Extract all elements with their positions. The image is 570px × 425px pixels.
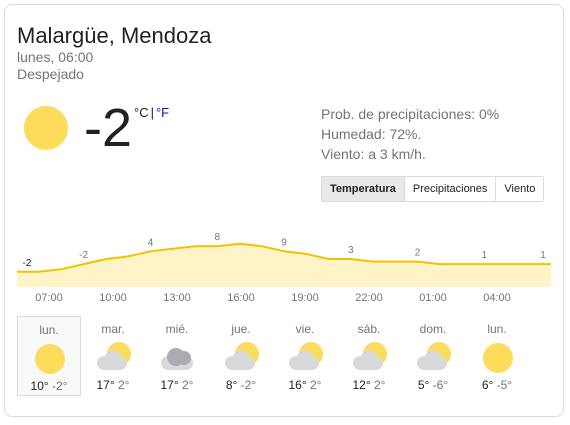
day-forecast-6[interactable]: dom. 5° -6° xyxy=(401,316,465,396)
low-temp: -2° xyxy=(240,378,257,392)
day-temperatures: 17° 2° xyxy=(145,378,209,392)
high-temp: 16° xyxy=(288,378,307,392)
high-temp: 17° xyxy=(160,378,179,392)
day-forecast-5[interactable]: sáb. 12° 2° xyxy=(337,316,401,396)
partly-cloudy-icon xyxy=(285,342,325,374)
day-temperatures: 6° -5° xyxy=(465,378,529,392)
tab-temperatura[interactable]: Temperatura xyxy=(322,177,405,201)
temperature-area xyxy=(17,243,551,287)
hour-label: 22:00 xyxy=(355,292,383,304)
temperature-label: 1 xyxy=(481,250,487,261)
tab-viento[interactable]: Viento xyxy=(496,177,544,201)
current-temperature: -2 xyxy=(84,98,133,158)
sun-icon xyxy=(24,106,68,150)
day-temperatures: 5° -6° xyxy=(401,378,465,392)
temperature-label: 4 xyxy=(148,237,154,248)
day-name: mar. xyxy=(101,322,125,336)
day-temperatures: 16° 2° xyxy=(273,378,337,392)
unit-separator: | xyxy=(150,105,154,120)
humidity: Humedad: 72%. xyxy=(321,126,422,142)
temperature-label: -2 xyxy=(23,258,32,269)
day-name: vie. xyxy=(295,322,315,336)
high-temp: 6° xyxy=(481,378,494,392)
hour-label: 16:00 xyxy=(227,292,255,304)
temperature-label: 8 xyxy=(214,232,220,243)
low-temp: -6° xyxy=(432,378,449,392)
high-temp: 17° xyxy=(96,378,115,392)
low-temp: -2° xyxy=(52,379,68,393)
low-temp: 2° xyxy=(374,378,386,392)
day-temperatures: 10° -2° xyxy=(18,379,80,393)
day-forecast-0[interactable]: lun. 10° -2° xyxy=(17,316,81,396)
temperature-label: 2 xyxy=(415,248,421,259)
high-temp: 5° xyxy=(417,378,430,392)
condition-text: Despejado xyxy=(17,66,84,82)
unit-switcher: °C | °F xyxy=(134,105,169,120)
day-forecast-7[interactable]: lun. 6° -5° xyxy=(465,316,529,396)
location-title: Malargüe, Mendoza xyxy=(17,23,212,48)
partly-cloudy-icon xyxy=(221,342,261,374)
hour-label: 01:00 xyxy=(419,292,447,304)
temperature-chart: -2 -2 4 8 9 3 2 1 1 xyxy=(17,232,551,287)
chart-tabs: Temperatura Precipitaciones Viento xyxy=(321,176,545,202)
hour-label: 19:00 xyxy=(291,292,319,304)
precipitation-probability: Prob. de precipitaciones: 0% xyxy=(321,106,500,122)
partly-cloudy-icon xyxy=(93,342,133,374)
hour-axis: 07:00 10:00 13:00 16:00 19:00 22:00 01:00 04:00 xyxy=(17,292,551,306)
hour-label: 04:00 xyxy=(483,292,511,304)
day-name: lun. xyxy=(39,323,59,337)
low-temp: -5° xyxy=(496,378,513,392)
hour-label: 07:00 xyxy=(35,292,63,304)
high-temp: 8° xyxy=(225,378,238,392)
sun-icon xyxy=(477,342,517,374)
hour-label: 13:00 xyxy=(163,292,191,304)
day-temperatures: 17° 2° xyxy=(81,378,145,392)
wind: Viento: a 3 km/h. xyxy=(321,146,426,162)
low-temp: 2° xyxy=(182,378,194,392)
weather-details: Prob. de precipitaciones: 0% Humedad: 72… xyxy=(321,104,499,164)
datetime: lunes, 06:00 xyxy=(17,49,94,65)
daily-forecast: lun. 10° -2° mar. 17° 2° mié. 17° 2° jue. 8° -2… xyxy=(17,316,551,396)
temperature-label: 1 xyxy=(540,250,546,261)
celsius-unit[interactable]: °C xyxy=(134,105,149,120)
day-forecast-4[interactable]: vie. 16° 2° xyxy=(273,316,337,396)
day-name: dom. xyxy=(419,322,447,336)
day-name: mié. xyxy=(165,322,189,336)
high-temp: 10° xyxy=(30,379,49,393)
day-name: jue. xyxy=(231,322,251,336)
day-forecast-3[interactable]: jue. 8° -2° xyxy=(209,316,273,396)
partly-cloudy-icon xyxy=(349,342,389,374)
day-name: lun. xyxy=(487,322,507,336)
fahrenheit-unit[interactable]: °F xyxy=(156,105,169,120)
day-forecast-1[interactable]: mar. 17° 2° xyxy=(81,316,145,396)
day-temperatures: 8° -2° xyxy=(209,378,273,392)
low-temp: 2° xyxy=(310,378,322,392)
temperature-label: 3 xyxy=(348,245,354,256)
high-temp: 12° xyxy=(352,378,371,392)
temperature-label: -2 xyxy=(79,250,88,261)
hour-label: 10:00 xyxy=(99,292,127,304)
day-name: sáb. xyxy=(357,322,381,336)
partly-cloudy-icon xyxy=(413,342,453,374)
day-forecast-2[interactable]: mié. 17° 2° xyxy=(145,316,209,396)
sun-icon xyxy=(29,343,69,375)
tab-precipitaciones[interactable]: Precipitaciones xyxy=(404,177,497,201)
cloudy-icon xyxy=(157,342,197,374)
low-temp: 2° xyxy=(118,378,130,392)
day-temperatures: 12° 2° xyxy=(337,378,401,392)
temperature-label: 9 xyxy=(281,237,287,248)
